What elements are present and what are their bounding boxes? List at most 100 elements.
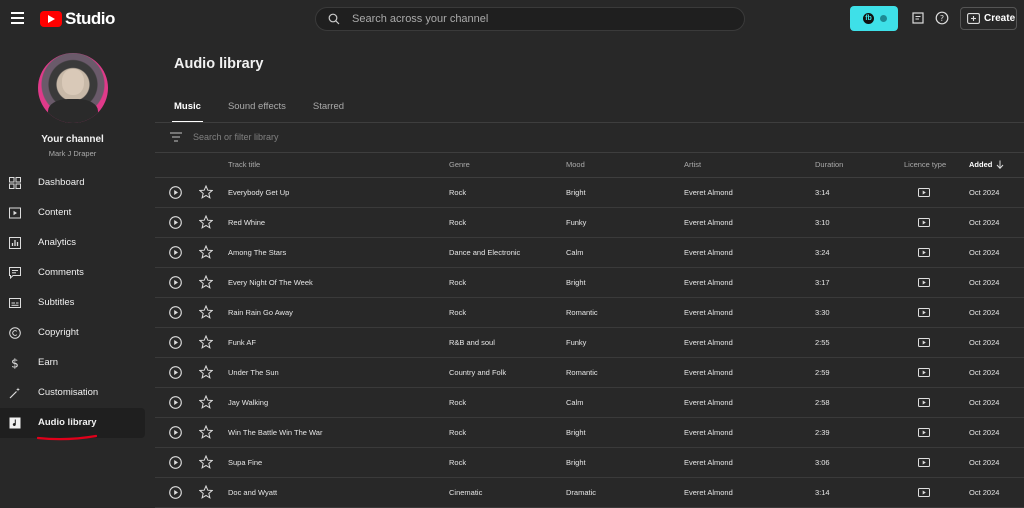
cell-title[interactable]: Rain Rain Go Away <box>228 308 293 317</box>
cell-mood: Bright <box>566 458 586 467</box>
table-row[interactable]: Supa Fine Rock Bright Everet Almond 3:06 Oct … <box>155 448 1024 478</box>
cell-title[interactable]: Everybody Get Up <box>228 188 289 197</box>
sidebar-item-dashboard[interactable]: Dashboard <box>0 168 145 198</box>
feedback-icon[interactable] <box>911 11 925 25</box>
filter-icon[interactable] <box>169 131 183 143</box>
play-icon[interactable] <box>169 246 182 259</box>
sidebar-item-customisation[interactable]: Customisation <box>0 378 145 408</box>
create-button[interactable]: Create <box>960 7 1017 30</box>
cell-title[interactable]: Jay Walking <box>228 398 268 407</box>
play-icon[interactable] <box>169 336 182 349</box>
cell-title[interactable]: Red Whine <box>228 218 265 227</box>
tab-music[interactable]: Music <box>172 101 203 123</box>
play-icon[interactable] <box>169 396 182 409</box>
cell-artist: Everet Almond <box>684 368 733 377</box>
table-row[interactable]: Jay Walking Rock Calm Everet Almond 2:58 Oct … <box>155 388 1024 418</box>
licence-icon[interactable] <box>918 248 930 257</box>
column-header-genre[interactable]: Genre <box>449 160 470 169</box>
star-icon[interactable] <box>199 425 213 439</box>
cell-title[interactable]: Win The Battle Win The War <box>228 428 322 437</box>
cell-title[interactable]: Among The Stars <box>228 248 286 257</box>
table-row[interactable]: Among The Stars Dance and Electronic Calm E… <box>155 238 1024 268</box>
table-row[interactable]: Doc and Wyatt Cinematic Dramatic Everet Alm… <box>155 478 1024 508</box>
cell-duration: 3:17 <box>815 278 830 287</box>
star-icon[interactable] <box>199 395 213 409</box>
menu-icon[interactable] <box>11 12 24 24</box>
table-row[interactable]: Rain Rain Go Away Rock Romantic Everet Almo… <box>155 298 1024 328</box>
sidebar-item-label: Subtitles <box>38 297 75 308</box>
play-icon[interactable] <box>169 216 182 229</box>
licence-icon[interactable] <box>918 218 930 227</box>
cell-mood: Bright <box>566 188 586 197</box>
sidebar-item-analytics[interactable]: Analytics <box>0 228 145 258</box>
column-header-mood[interactable]: Mood <box>566 160 585 169</box>
sidebar-item-comments[interactable]: Comments <box>0 258 145 288</box>
sidebar-nav: Dashboard Content Analytics Comments Sub… <box>0 168 155 438</box>
licence-icon[interactable] <box>918 398 930 407</box>
search-bar[interactable]: Search across your channel <box>315 7 745 31</box>
pill-badge: fb <box>863 13 874 24</box>
play-icon[interactable] <box>169 306 182 319</box>
licence-icon[interactable] <box>918 368 930 377</box>
cell-genre: R&B and soul <box>449 338 495 347</box>
cell-added: Oct 2024 <box>969 188 1000 197</box>
play-icon[interactable] <box>169 186 182 199</box>
table-row[interactable]: Every Night Of The Week Rock Bright Everet … <box>155 268 1024 298</box>
notification-pill[interactable]: fb <box>850 6 898 31</box>
table-row[interactable]: Under The Sun Country and Folk Romantic Eve… <box>155 358 1024 388</box>
sort-arrow-icon[interactable] <box>996 160 1004 169</box>
avatar[interactable] <box>38 53 108 123</box>
cell-title[interactable]: Every Night Of The Week <box>228 278 313 287</box>
sidebar-item-copyright[interactable]: Copyright <box>0 318 145 348</box>
cell-title[interactable]: Supa Fine <box>228 458 262 467</box>
table-row[interactable]: Red Whine Rock Funky Everet Almond 3:10 Oct 2… <box>155 208 1024 238</box>
star-icon[interactable] <box>199 305 213 319</box>
cell-title[interactable]: Funk AF <box>228 338 256 347</box>
filter-input[interactable]: Search or filter library <box>193 132 279 142</box>
cell-genre: Rock <box>449 218 467 227</box>
licence-icon[interactable] <box>918 308 930 317</box>
tab-sound-effects[interactable]: Sound effects <box>228 101 286 123</box>
sidebar-item-content[interactable]: Content <box>0 198 145 228</box>
licence-icon[interactable] <box>918 278 930 287</box>
cell-artist: Everet Almond <box>684 188 733 197</box>
dollar-icon: $ <box>11 357 19 369</box>
column-header-duration[interactable]: Duration <box>815 160 843 169</box>
cell-added: Oct 2024 <box>969 278 1000 287</box>
star-icon[interactable] <box>199 245 213 259</box>
play-icon[interactable] <box>169 276 182 289</box>
sidebar-item-earn[interactable]: $ Earn <box>0 348 145 378</box>
column-header-added[interactable]: Added <box>969 160 992 169</box>
page-title: Audio library <box>174 56 264 72</box>
cell-artist: Everet Almond <box>684 458 733 467</box>
column-header-artist[interactable]: Artist <box>684 160 701 169</box>
table-row[interactable]: Funk AF R&B and soul Funky Everet Almond 2:5… <box>155 328 1024 358</box>
star-icon[interactable] <box>199 365 213 379</box>
column-header-licence[interactable]: Licence type <box>904 160 946 169</box>
sidebar-item-subtitles[interactable]: Subtitles <box>0 288 145 318</box>
table-row[interactable]: Win The Battle Win The War Rock Bright Ever… <box>155 418 1024 448</box>
play-icon[interactable] <box>169 426 182 439</box>
star-icon[interactable] <box>199 455 213 469</box>
play-icon[interactable] <box>169 366 182 379</box>
table-row[interactable]: Everybody Get Up Rock Bright Everet Almond 3… <box>155 178 1024 208</box>
star-icon[interactable] <box>199 185 213 199</box>
studio-logo[interactable]: Studio <box>40 9 115 29</box>
star-icon[interactable] <box>199 275 213 289</box>
star-icon[interactable] <box>199 485 213 499</box>
play-icon[interactable] <box>169 456 182 469</box>
star-icon[interactable] <box>199 215 213 229</box>
licence-icon[interactable] <box>918 338 930 347</box>
tab-starred[interactable]: Starred <box>313 101 344 123</box>
sidebar-item-label: Comments <box>38 267 84 278</box>
star-icon[interactable] <box>199 335 213 349</box>
cell-title[interactable]: Under The Sun <box>228 368 279 377</box>
cell-mood: Romantic <box>566 368 598 377</box>
copyright-icon <box>9 327 21 339</box>
help-icon[interactable]: ? <box>935 11 949 25</box>
column-header-title[interactable]: Track title <box>228 160 260 169</box>
cell-added: Oct 2024 <box>969 398 1000 407</box>
licence-icon[interactable] <box>918 458 930 467</box>
licence-icon[interactable] <box>918 188 930 197</box>
licence-icon[interactable] <box>918 428 930 437</box>
